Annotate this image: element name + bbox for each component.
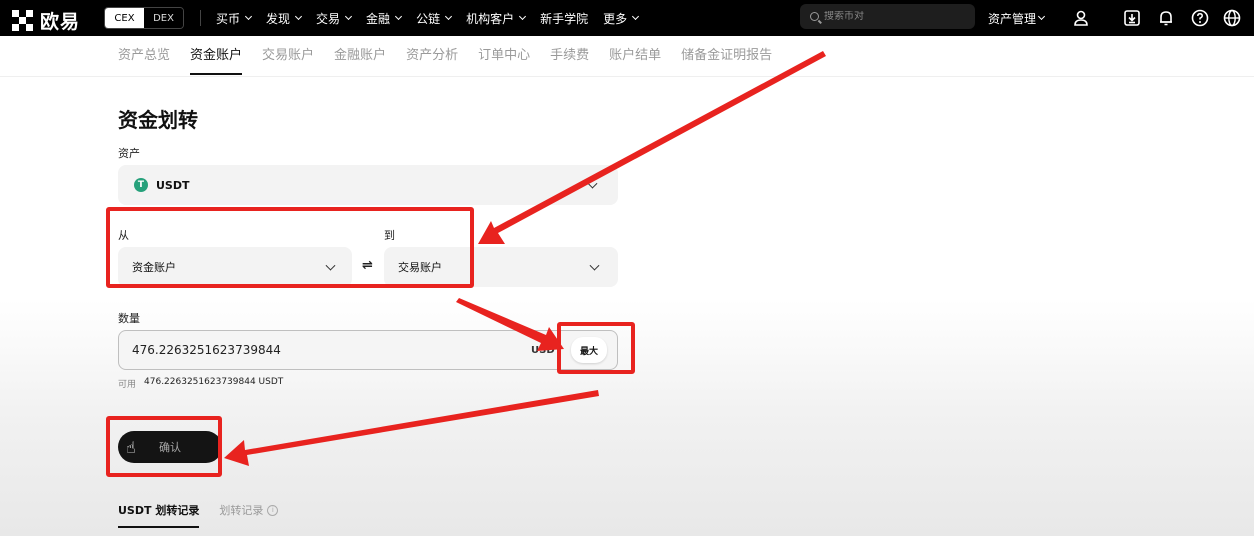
nav-item-6[interactable]: 新手学院 — [540, 10, 588, 27]
annotation-box-accounts — [106, 207, 474, 288]
nav-item-label: 公链 — [416, 11, 441, 26]
records-tab-label: USDT 划转记录 — [118, 504, 200, 517]
chevron-down-icon — [294, 12, 303, 21]
download-icon[interactable] — [1122, 8, 1142, 28]
amount-input[interactable] — [132, 343, 512, 357]
tab-transfer-records[interactable]: 划转记录 i — [219, 502, 279, 528]
subnav-tab-6[interactable]: 手续费 — [550, 36, 589, 76]
nav-item-2[interactable]: 交易 — [316, 10, 353, 27]
asset-management-label: 资产管理 — [988, 11, 1037, 26]
sub-nav-divider — [0, 76, 1254, 77]
subnav-tab-4[interactable]: 资产分析 — [406, 36, 458, 76]
nav-item-label: 金融 — [366, 11, 391, 26]
chevron-down-icon — [632, 12, 640, 21]
help-icon[interactable] — [1190, 8, 1210, 28]
bell-icon[interactable] — [1156, 8, 1176, 28]
amount-label: 数量 — [118, 312, 140, 325]
subnav-tab-5[interactable]: 订单中心 — [478, 36, 530, 76]
nav-item-label: 新手学院 — [540, 11, 589, 26]
annotation-box-confirm — [106, 416, 222, 477]
usdt-coin-icon: T — [134, 178, 148, 192]
cex-dex-toggle[interactable]: CEX DEX — [104, 7, 184, 29]
chevron-down-icon — [1037, 12, 1046, 21]
asset-label: 资产 — [118, 147, 140, 160]
dex-toggle-option[interactable]: DEX — [144, 8, 183, 28]
available-label: 可用 — [118, 380, 137, 390]
subnav-tab-7[interactable]: 账户结单 — [609, 36, 661, 76]
nav-item-7[interactable]: 更多 — [603, 10, 640, 27]
account-sub-nav: 资产总览 资金账户 交易账户 金融账户 资产分析 订单中心 手续费 账户结单 储备金证明报告 — [118, 36, 772, 76]
asset-select[interactable]: T USDT — [118, 165, 618, 205]
chevron-down-icon — [445, 12, 453, 21]
nav-item-3[interactable]: 金融 — [366, 10, 403, 27]
amount-field[interactable]: USD 最大 — [118, 330, 618, 370]
nav-item-1[interactable]: 发现 — [266, 10, 303, 27]
asset-management-menu[interactable]: 资产管理 — [988, 0, 1046, 36]
nav-item-5[interactable]: 机构客户 — [466, 10, 527, 27]
info-icon[interactable]: i — [267, 504, 279, 516]
nav-item-label: 更多 — [603, 11, 628, 26]
nav-item-label: 交易 — [316, 11, 341, 26]
available-value: 476.2263251623739844 USDT — [144, 377, 284, 387]
chevron-down-icon — [589, 260, 600, 271]
subnav-tab-2[interactable]: 交易账户 — [262, 36, 314, 76]
chevron-down-icon — [587, 178, 598, 189]
asset-select-value: USDT — [156, 178, 190, 192]
chevron-down-icon — [244, 12, 253, 21]
okx-logo[interactable]: 欧易 — [12, 7, 80, 34]
records-tabs: USDT 划转记录 划转记录 i — [118, 502, 279, 528]
main-nav: 买币 发现 交易 金融 公链 机构客户 新手学院 更多 — [216, 0, 640, 36]
search-input[interactable] — [824, 11, 964, 22]
amount-unit: USD — [531, 344, 555, 356]
top-nav-bar: 欧易 CEX DEX 买币 发现 交易 金融 公链 机构客户 新手学院更多 资产管理 — [0, 0, 1254, 36]
subnav-tab-0[interactable]: 资产总览 — [118, 36, 170, 76]
user-icon[interactable] — [1071, 8, 1091, 28]
records-tab-label: 划转记录 — [219, 504, 264, 517]
subnav-tab-3[interactable]: 金融账户 — [334, 36, 386, 76]
subnav-tab-1[interactable]: 资金账户 — [190, 36, 243, 76]
logo-text: 欧易 — [40, 11, 81, 33]
okx-logo-icon — [12, 9, 34, 32]
search-icon — [810, 12, 819, 21]
tab-usdt-transfer-records[interactable]: USDT 划转记录 — [118, 502, 200, 528]
nav-item-label: 发现 — [266, 11, 291, 26]
nav-item-0[interactable]: 买币 — [216, 10, 253, 27]
chevron-down-icon — [345, 12, 353, 21]
nav-item-label: 机构客户 — [466, 11, 515, 26]
nav-item-4[interactable]: 公链 — [416, 10, 453, 27]
cex-toggle-option[interactable]: CEX — [105, 8, 144, 28]
search-box[interactable] — [800, 4, 975, 29]
page-title: 资金划转 — [118, 108, 198, 132]
annotation-box-max — [557, 322, 635, 374]
annotation-arrow-confirm — [224, 390, 599, 466]
nav-divider — [200, 10, 201, 26]
subnav-tab-8[interactable]: 储备金证明报告 — [681, 36, 772, 76]
chevron-down-icon — [395, 12, 403, 21]
annotation-arrow-accounts — [478, 51, 826, 244]
available-balance: 可用 476.2263251623739844 USDT — [118, 377, 283, 390]
globe-icon[interactable] — [1222, 8, 1242, 28]
nav-item-label: 买币 — [216, 11, 241, 26]
chevron-down-icon — [519, 12, 527, 21]
